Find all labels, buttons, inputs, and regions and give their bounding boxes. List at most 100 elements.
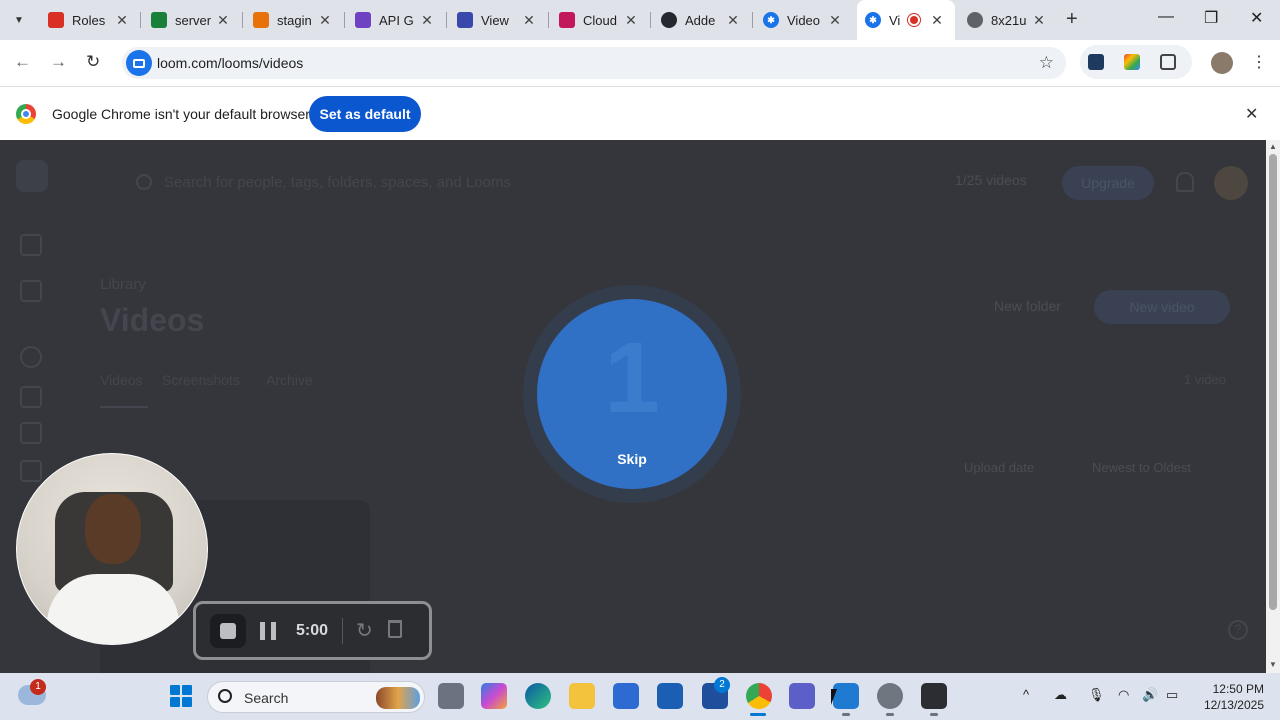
tab-separator <box>140 12 141 28</box>
color-picker-icon[interactable] <box>1124 54 1140 70</box>
tab-favicon-icon <box>151 12 167 28</box>
webcam-bubble[interactable] <box>16 453 208 645</box>
tab-cloud[interactable]: Cloud ✕ <box>559 6 639 34</box>
tab-title: View <box>481 12 509 28</box>
recording-controls: 5:00 ↻ <box>193 601 432 660</box>
scroll-down-arrow-icon[interactable]: ▼ <box>1269 660 1277 669</box>
taskbar-search[interactable]: Search <box>207 681 425 713</box>
outlook-icon[interactable] <box>657 683 683 709</box>
windows-start-icon[interactable] <box>170 685 192 707</box>
tab-close-icon[interactable]: ✕ <box>215 12 231 29</box>
tab-8x21u[interactable]: 8x21u ✕ <box>967 6 1047 34</box>
tab-close-icon[interactable]: ✕ <box>317 12 333 29</box>
tab-title: Vi <box>889 12 901 28</box>
tab-search-chevron-icon[interactable]: ▼ <box>6 8 32 32</box>
volume-icon[interactable]: 🔊 <box>1142 687 1158 703</box>
tab-title: 8x21u <box>991 12 1027 28</box>
help-icon: ? <box>1228 620 1248 640</box>
task-view-icon[interactable] <box>438 683 464 709</box>
settings-gear-icon[interactable] <box>877 683 903 709</box>
tab-close-icon[interactable]: ✕ <box>623 12 639 29</box>
forward-arrow-icon[interactable]: → <box>50 52 67 72</box>
bell-icon <box>1176 172 1194 192</box>
terminal-icon[interactable] <box>921 683 947 709</box>
breadcrumb: Library <box>100 276 146 293</box>
microphone-icon[interactable]: 🎙 <box>1088 687 1105 703</box>
wifi-icon[interactable]: ◠ <box>1118 687 1129 703</box>
controls-divider <box>342 618 343 644</box>
address-bar[interactable]: loom.com/looms/videos ☆ <box>122 47 1066 79</box>
kebab-menu-icon[interactable]: ⋮ <box>1251 52 1267 72</box>
teams-icon[interactable] <box>789 683 815 709</box>
site-camera-icon[interactable] <box>126 50 152 76</box>
video-quota: 1/25 videos <box>955 172 1027 188</box>
tab-view[interactable]: View ✕ <box>457 6 537 34</box>
microsoft-store-icon[interactable] <box>613 683 639 709</box>
set-as-default-button[interactable]: Set as default <box>309 96 421 132</box>
sidebar-library-icon <box>20 234 42 256</box>
edge-icon[interactable] <box>525 683 551 709</box>
file-explorer-icon[interactable] <box>569 683 595 709</box>
tab-close-icon[interactable]: ✕ <box>114 12 130 29</box>
upgrade-button: Upgrade <box>1062 166 1154 200</box>
skip-button[interactable]: Skip <box>537 451 727 467</box>
tab-strip: ▼ Roles ✕ server ✕ stagin ✕ API G ✕ View… <box>0 0 1280 40</box>
tab-loom-active[interactable]: ✱ Vi ✕ <box>857 0 955 40</box>
search-icon <box>136 174 152 190</box>
settings-indicator <box>886 713 894 716</box>
new-folder-button: New folder <box>994 298 1061 314</box>
url-text[interactable]: loom.com/looms/videos <box>157 55 303 71</box>
restore-icon[interactable]: ❐ <box>1204 8 1218 28</box>
clock-date: 12/13/2025 <box>1203 698 1264 712</box>
tray-chevron-icon[interactable]: ^ <box>1023 687 1029 702</box>
recording-countdown[interactable]: 1 Skip <box>537 299 727 489</box>
tab-server[interactable]: server ✕ <box>151 6 231 34</box>
tab-staging[interactable]: stagin ✕ <box>253 6 333 34</box>
tab-video[interactable]: ✱ Video ✕ <box>763 6 843 34</box>
copilot-icon[interactable] <box>481 683 507 709</box>
scroll-up-arrow-icon[interactable]: ▲ <box>1269 142 1277 151</box>
weather-badge: 1 <box>30 679 46 695</box>
window-close-icon[interactable]: ✕ <box>1250 8 1263 28</box>
tab-github[interactable]: Adde ✕ <box>661 6 741 34</box>
tab-close-icon[interactable]: ✕ <box>827 12 843 29</box>
infobar-close-icon[interactable]: ✕ <box>1245 104 1258 124</box>
new-tab-plus-icon[interactable]: + <box>1066 8 1078 31</box>
tab-favicon-icon <box>559 12 575 28</box>
tab-separator <box>242 12 243 28</box>
tab-close-icon[interactable]: ✕ <box>725 12 741 29</box>
tab-favicon-icon <box>253 12 269 28</box>
minimize-icon[interactable]: — <box>1158 8 1174 26</box>
reload-icon[interactable]: ↻ <box>86 52 100 72</box>
tab-close-icon[interactable]: ✕ <box>521 12 537 29</box>
stop-recording-button[interactable] <box>210 614 246 648</box>
countdown-number: 1 <box>604 322 660 434</box>
back-arrow-icon[interactable]: ← <box>14 52 31 72</box>
new-video-button: New video <box>1094 290 1230 324</box>
page-title: Videos <box>100 302 205 338</box>
tab-roles[interactable]: Roles ✕ <box>48 6 130 34</box>
battery-icon[interactable]: ▭ <box>1166 687 1178 703</box>
tab-close-icon[interactable]: ✕ <box>1031 12 1047 29</box>
tab-title: Video <box>787 12 821 28</box>
tab-archive: Archive <box>266 372 313 388</box>
tab-separator <box>344 12 345 28</box>
profile-avatar[interactable] <box>1211 52 1233 74</box>
recording-indicator-icon <box>908 14 921 26</box>
onedrive-icon[interactable]: ☁ <box>1054 687 1067 703</box>
tab-api-gateway[interactable]: API G ✕ <box>355 6 435 34</box>
tab-title: Adde <box>685 12 716 28</box>
page-scrollbar[interactable]: ▲ ▼ <box>1266 140 1280 673</box>
scrollbar-thumb[interactable] <box>1269 154 1277 610</box>
tab-close-icon[interactable]: ✕ <box>929 12 945 29</box>
chrome-taskbar-icon[interactable] <box>746 683 772 709</box>
pause-icon[interactable] <box>260 622 276 640</box>
tab-close-icon[interactable]: ✕ <box>419 12 435 29</box>
react-devtools-icon[interactable] <box>1088 54 1104 70</box>
system-clock[interactable]: 12:50 PM 12/13/2025 <box>1194 681 1264 713</box>
trash-icon[interactable] <box>388 620 402 638</box>
restart-icon[interactable]: ↻ <box>356 618 373 643</box>
bookmark-star-icon[interactable]: ☆ <box>1039 53 1054 73</box>
extensions-puzzle-icon[interactable] <box>1160 54 1176 70</box>
tab-screenshots: Screenshots <box>162 372 240 388</box>
